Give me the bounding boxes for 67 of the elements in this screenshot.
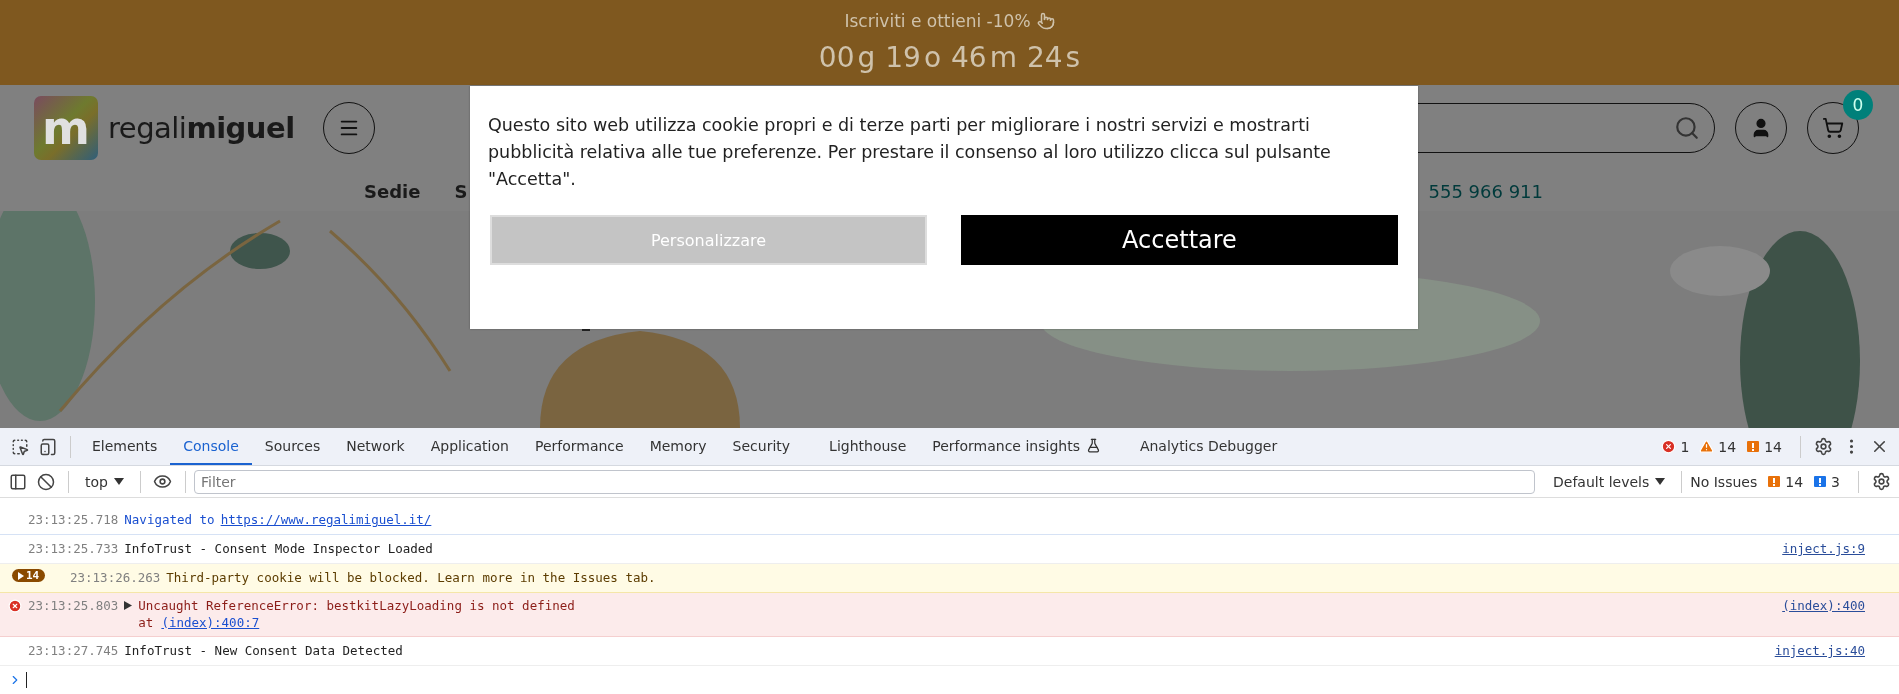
pointer-hand-icon xyxy=(1036,12,1055,30)
devtools-tab[interactable]: Lighthouse xyxy=(816,428,920,465)
issue-count[interactable]: 14 xyxy=(1785,473,1804,490)
flask-icon xyxy=(1085,438,1101,453)
issue-count[interactable]: 3 xyxy=(1831,473,1840,490)
filter-field[interactable]: Filter xyxy=(193,469,1536,494)
timestamp: 23:13:27.745 xyxy=(28,643,119,658)
expand-triangle-icon xyxy=(18,571,24,580)
issue-icon xyxy=(1767,474,1782,489)
context-dropdown[interactable]: top xyxy=(77,473,132,490)
countdown-unit: g xyxy=(857,41,876,74)
source-link[interactable]: inject.js:9 xyxy=(1782,541,1865,556)
logo-mark[interactable]: m xyxy=(34,96,98,160)
warning-icon xyxy=(1699,439,1715,454)
expand-triangle-icon[interactable] xyxy=(124,601,133,610)
repeat-count-badge[interactable]: 14 xyxy=(12,569,46,582)
issue-icon xyxy=(1746,439,1761,454)
timestamp: 23:13:25.803 xyxy=(28,598,119,613)
issues-label[interactable]: No Issues xyxy=(1690,473,1758,490)
devtools-tab[interactable]: Performance insights xyxy=(919,428,1127,465)
console-message: Uncaught ReferenceError: bestkitLazyLoading is not defined xyxy=(138,598,575,613)
error-icon xyxy=(1661,439,1677,454)
timestamp: 23:13:26.263 xyxy=(70,570,161,585)
nav-link[interactable]: S xyxy=(454,180,468,202)
devtools-tab[interactable]: Performance xyxy=(521,428,637,465)
countdown-unit: m xyxy=(989,41,1017,74)
nav-link[interactable]: Sedie xyxy=(364,180,421,202)
url-link[interactable]: https://www.regalimiguel.it/ xyxy=(220,512,432,527)
console-message: InfoTrust - New Consent Data Detected xyxy=(124,643,403,658)
stack-link[interactable]: (index):400:7 xyxy=(161,615,260,630)
devtools-tab[interactable]: Elements xyxy=(79,428,171,465)
accept-button[interactable]: Accettare xyxy=(961,215,1398,265)
logo-text[interactable]: regalimiguel xyxy=(108,111,295,145)
countdown-unit: o xyxy=(923,41,941,74)
devtools-tab[interactable]: Console xyxy=(170,428,252,465)
source-link[interactable]: inject.js:40 xyxy=(1774,643,1865,658)
cart-count: 0 xyxy=(1843,90,1873,120)
countdown-unit: s xyxy=(1065,41,1081,74)
devtools-tab[interactable]: Security xyxy=(719,428,817,465)
warning-count[interactable]: 14 xyxy=(1718,438,1737,455)
cart-icon xyxy=(1822,117,1844,139)
countdown-value: 19 xyxy=(885,41,921,74)
caret-icon xyxy=(113,478,124,485)
console-message: InfoTrust - Consent Mode Inspector Loaded xyxy=(124,541,433,556)
devtools-tab[interactable]: Memory xyxy=(636,428,720,465)
message-icon xyxy=(1813,474,1828,489)
cookie-message: Questo sito web utilizza cookie propri e di terze parti per migliorare i nostri servizi e mostrarti pubblicità relativa alle tue preferenze. Per prestare il consenso al loro utilizzo clicca sul pulsante "Accetta". xyxy=(488,114,1332,191)
caret-icon xyxy=(1655,478,1666,485)
devtools-tab[interactable]: Analytics Debugger xyxy=(1126,428,1291,465)
countdown-value: 00 xyxy=(818,41,855,74)
stack-prefix: at xyxy=(138,615,154,630)
search-icon xyxy=(1674,115,1700,141)
countdown-value: 46 xyxy=(951,41,987,74)
countdown-value: 24 xyxy=(1026,41,1063,74)
error-count[interactable]: 1 xyxy=(1680,438,1690,455)
timestamp: 23:13:25.733 xyxy=(28,541,119,556)
timestamp: 23:13:25.718 xyxy=(28,512,119,527)
console-message: Navigated to xyxy=(124,512,215,527)
devtools-tab[interactable]: Sources xyxy=(251,428,334,465)
error-icon xyxy=(8,599,22,613)
promo-text[interactable]: Iscriviti e ottieni -10% xyxy=(844,11,1031,31)
devtools-tab[interactable]: Network xyxy=(333,428,418,465)
console-message: Third-party cookie will be blocked. Learn more in the Issues tab. xyxy=(166,570,656,585)
log-levels-dropdown[interactable]: Default levels xyxy=(1545,473,1674,490)
issue-count[interactable]: 14 xyxy=(1764,438,1782,455)
source-link[interactable]: (index):400 xyxy=(1782,598,1865,613)
devtools-tab[interactable]: Application xyxy=(417,428,522,465)
